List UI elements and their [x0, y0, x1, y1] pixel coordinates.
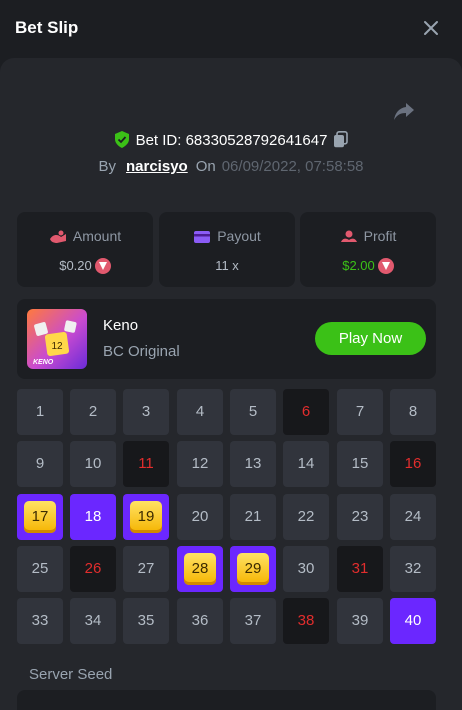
keno-cell-31: 31: [337, 546, 383, 592]
server-seed-field[interactable]: [17, 690, 436, 710]
card-icon: [194, 231, 211, 243]
profit-value: $2.00: [342, 258, 375, 273]
play-now-button[interactable]: Play Now: [315, 322, 426, 355]
by-label: By: [98, 158, 116, 175]
gem-tile: 17: [24, 501, 56, 533]
keno-cell-1: 1: [17, 389, 63, 435]
keno-cell-17: 17: [17, 494, 63, 540]
keno-cell-4: 4: [177, 389, 223, 435]
keno-cell-36: 36: [177, 598, 223, 644]
game-name: Keno: [103, 317, 139, 334]
profit-icon: [340, 230, 357, 242]
bet-datetime: 06/09/2022, 07:58:58: [221, 158, 364, 175]
keno-cell-29: 29: [230, 546, 276, 592]
keno-cell-33: 33: [17, 598, 63, 644]
bet-id-value: 68330528792641647: [185, 132, 328, 149]
server-seed-label: Server Seed: [29, 666, 113, 683]
keno-cell-21: 21: [230, 494, 276, 540]
keno-cell-37: 37: [230, 598, 276, 644]
payout-card: Payout 11 x: [159, 212, 295, 287]
close-icon[interactable]: [421, 18, 441, 38]
username-link[interactable]: narcisyo: [126, 158, 188, 175]
keno-cell-12: 12: [177, 441, 223, 487]
keno-cell-15: 15: [337, 441, 383, 487]
keno-cell-22: 22: [283, 494, 329, 540]
keno-game-thumbnail[interactable]: 12 KENO: [27, 309, 87, 369]
profit-label: Profit: [363, 228, 397, 244]
bet-id-label: Bet ID:: [135, 132, 182, 149]
payout-value: 11 x: [215, 258, 239, 273]
keno-dice-icon: 12 KENO: [33, 320, 77, 366]
keno-cell-25: 25: [17, 546, 63, 592]
keno-cell-10: 10: [70, 441, 116, 487]
keno-cell-16: 16: [390, 441, 436, 487]
keno-cell-2: 2: [70, 389, 116, 435]
keno-cell-34: 34: [70, 598, 116, 644]
bet-id-row: Bet ID: 68330528792641647: [0, 131, 462, 151]
keno-cell-30: 30: [283, 546, 329, 592]
keno-cell-39: 39: [337, 598, 383, 644]
amount-card: Amount $0.20: [17, 212, 153, 287]
keno-cell-19: 19: [123, 494, 169, 540]
page-title: Bet Slip: [15, 18, 79, 37]
gem-tile: 29: [237, 553, 269, 585]
keno-cell-20: 20: [177, 494, 223, 540]
keno-cell-27: 27: [123, 546, 169, 592]
keno-cell-8: 8: [390, 389, 436, 435]
keno-cell-28: 28: [177, 546, 223, 592]
payout-label: Payout: [217, 228, 261, 244]
keno-cell-40: 40: [390, 598, 436, 644]
copy-icon[interactable]: [333, 131, 349, 148]
share-icon[interactable]: [392, 99, 416, 123]
keno-cell-14: 14: [283, 441, 329, 487]
keno-cell-13: 13: [230, 441, 276, 487]
keno-cell-18: 18: [70, 494, 116, 540]
keno-cell-6: 6: [283, 389, 329, 435]
keno-cell-38: 38: [283, 598, 329, 644]
svg-text:KENO: KENO: [33, 359, 54, 366]
tron-coin-icon: [94, 258, 111, 274]
amount-label: Amount: [72, 228, 122, 244]
on-label: On: [195, 158, 216, 175]
keno-cell-7: 7: [337, 389, 383, 435]
bet-meta-row: By narcisyo On 06/09/2022, 07:58:58: [0, 158, 462, 178]
keno-cell-3: 3: [123, 389, 169, 435]
keno-cell-11: 11: [123, 441, 169, 487]
tron-coin-icon: [377, 258, 394, 274]
profit-card: Profit $2.00: [300, 212, 436, 287]
game-card: 12 KENO Keno BC Original Play Now: [17, 299, 436, 379]
keno-number-grid: 1 2 3 4 5 6 7 8 9 10 11 12 13 14 15 16 17 18 19 20 21 22 23 24 2…: [17, 389, 437, 647]
game-subtitle: BC Original: [103, 343, 180, 360]
keno-cell-24: 24: [390, 494, 436, 540]
gem-tile: 19: [130, 501, 162, 533]
svg-text:12: 12: [51, 341, 63, 352]
keno-cell-9: 9: [17, 441, 63, 487]
gem-tile: 28: [184, 553, 216, 585]
keno-cell-32: 32: [390, 546, 436, 592]
header: Bet Slip: [0, 0, 462, 58]
keno-cell-26: 26: [70, 546, 116, 592]
shield-check-icon: [114, 131, 129, 148]
keno-cell-35: 35: [123, 598, 169, 644]
keno-cell-5: 5: [230, 389, 276, 435]
amount-value: $0.20: [59, 258, 92, 273]
keno-cell-23: 23: [337, 494, 383, 540]
wallet-icon: [49, 230, 66, 243]
